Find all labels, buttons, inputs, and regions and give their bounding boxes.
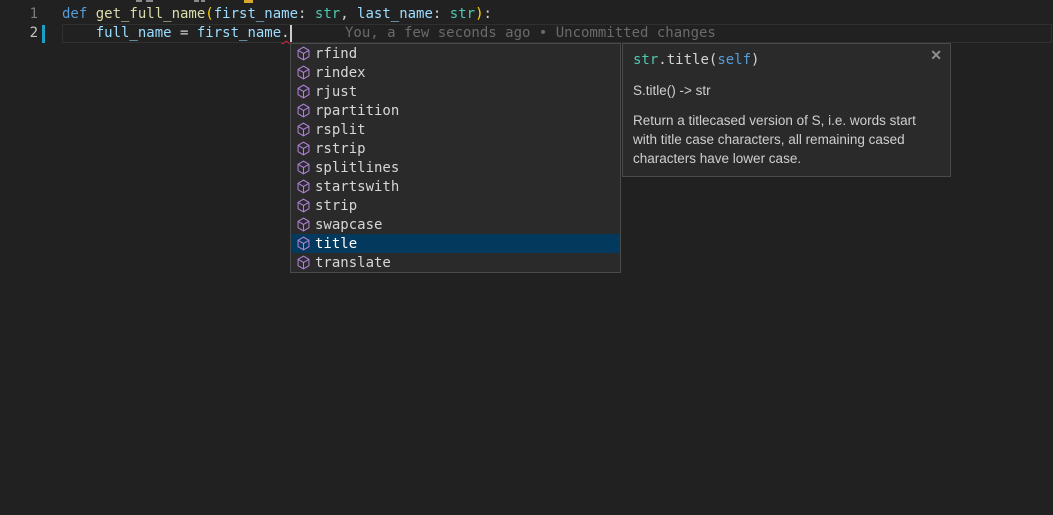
method-icon <box>296 160 311 175</box>
suggest-docs-popup: str.title(self) ✕ S.title() -> str Retur… <box>622 43 951 177</box>
suggest-item-rjust[interactable]: rjust <box>291 82 620 101</box>
suggest-item-rpartition[interactable]: rpartition <box>291 101 620 120</box>
close-icon[interactable]: ✕ <box>930 46 942 64</box>
line-number-1[interactable]: 1 <box>0 5 38 24</box>
clipped-symbol-fragment <box>244 0 253 3</box>
suggest-item-label: rpartition <box>315 103 399 119</box>
code-line-1[interactable]: def get_full_name(first_name: str, last_… <box>62 5 492 24</box>
method-icon <box>296 198 311 213</box>
line-number-2[interactable]: 2 <box>0 24 38 43</box>
suggest-item-label: startswith <box>315 179 399 195</box>
suggest-item-startswith[interactable]: startswith <box>291 177 620 196</box>
method-icon <box>296 46 311 61</box>
suggest-item-strip[interactable]: strip <box>291 196 620 215</box>
vscode-editor: { "editor": { "background": "#212121", "… <box>0 0 1053 515</box>
suggest-item-label: swapcase <box>315 217 382 233</box>
suggest-list: rfind rindex rjust rpartition rsplit rst… <box>291 44 620 272</box>
method-icon <box>296 65 311 80</box>
suggest-item-translate[interactable]: translate <box>291 253 620 272</box>
docs-summary: S.title() -> str <box>633 83 940 98</box>
suggest-item-swapcase[interactable]: swapcase <box>291 215 620 234</box>
suggest-item-label: rindex <box>315 65 366 81</box>
blame-annotation: You, a few seconds ago • Uncommitted cha… <box>345 24 716 43</box>
method-signature: str.title(self) <box>633 51 940 70</box>
method-icon <box>296 236 311 251</box>
suggest-item-rindex[interactable]: rindex <box>291 63 620 82</box>
clipped-text-fragment <box>194 0 199 2</box>
suggest-item-label: strip <box>315 198 357 214</box>
text-cursor <box>290 25 292 42</box>
suggest-item-label: translate <box>315 255 391 271</box>
method-icon <box>296 179 311 194</box>
git-modified-indicator <box>42 25 45 43</box>
suggest-item-title[interactable]: title <box>291 234 620 253</box>
suggest-item-label: splitlines <box>315 160 399 176</box>
suggest-item-rfind[interactable]: rfind <box>291 44 620 63</box>
method-icon <box>296 84 311 99</box>
clipped-text-fragment <box>136 0 142 2</box>
suggest-item-label: rfind <box>315 46 357 62</box>
suggest-item-label: rsplit <box>315 122 366 138</box>
suggest-widget: rfind rindex rjust rpartition rsplit rst… <box>290 43 621 273</box>
method-icon <box>296 103 311 118</box>
method-icon <box>296 255 311 270</box>
suggest-item-rsplit[interactable]: rsplit <box>291 120 620 139</box>
clipped-text-fragment <box>146 0 153 2</box>
suggest-item-label: rjust <box>315 84 357 100</box>
suggest-item-rstrip[interactable]: rstrip <box>291 139 620 158</box>
method-icon <box>296 141 311 156</box>
suggest-item-label: title <box>315 236 357 252</box>
docs-description: Return a titlecased version of S, i.e. w… <box>633 111 940 168</box>
clipped-text-fragment <box>201 0 205 2</box>
method-icon <box>296 122 311 137</box>
suggest-item-splitlines[interactable]: splitlines <box>291 158 620 177</box>
code-line-2[interactable]: full_name = first_name. <box>62 24 290 43</box>
suggest-item-label: rstrip <box>315 141 366 157</box>
method-icon <box>296 217 311 232</box>
